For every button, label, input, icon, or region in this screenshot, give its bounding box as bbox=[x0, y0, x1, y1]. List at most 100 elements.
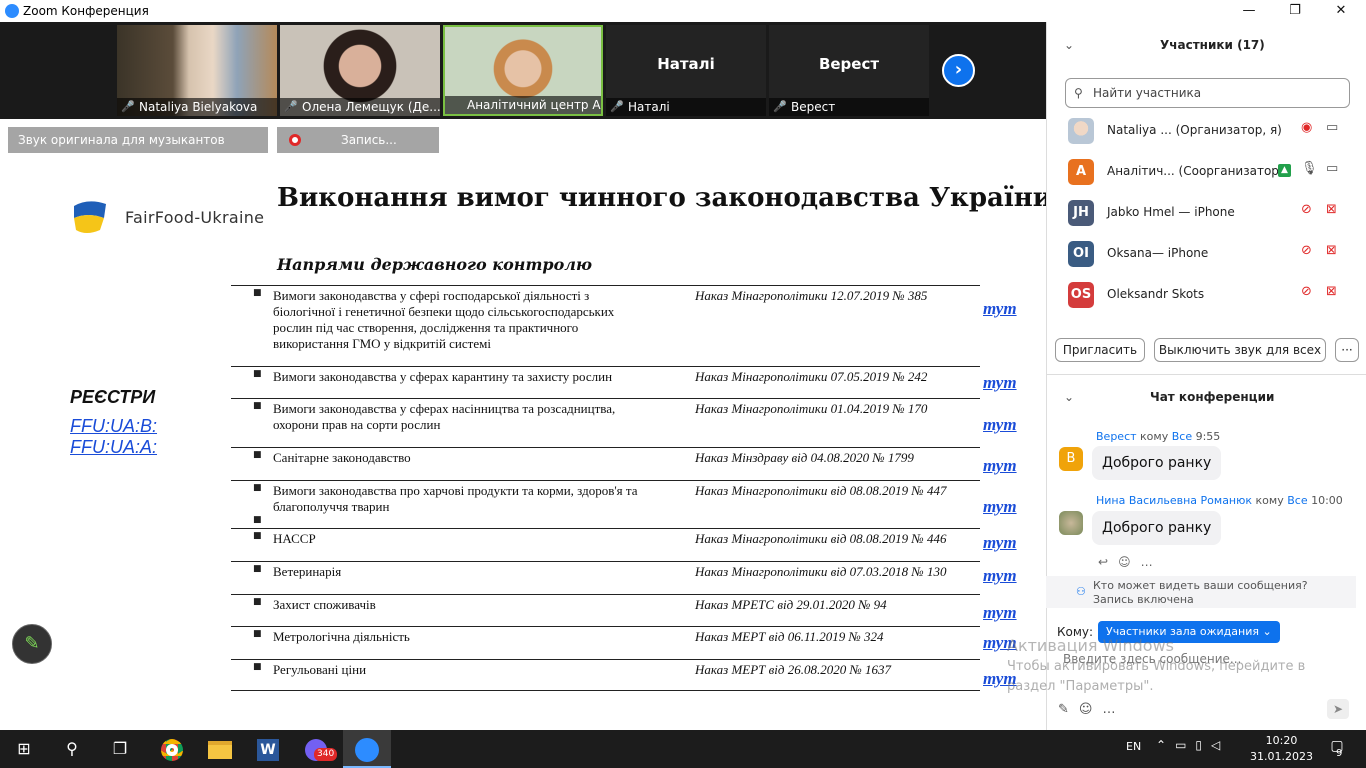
volume-icon[interactable]: ◁ bbox=[1211, 738, 1229, 752]
row-link[interactable]: тут bbox=[983, 566, 1017, 586]
brand-logo-icon bbox=[70, 198, 110, 239]
avatar: A bbox=[1068, 159, 1094, 185]
message-time: 9:55 bbox=[1195, 430, 1221, 443]
more-icon[interactable]: … bbox=[1141, 555, 1163, 569]
participant-name: Наталі bbox=[606, 98, 766, 116]
zoom-icon[interactable] bbox=[343, 730, 391, 768]
privacy-notice[interactable]: ⚇ Кто может видеть ваши сообщения? Запис… bbox=[1046, 576, 1356, 608]
windows-start-icon[interactable]: ⊞ bbox=[0, 730, 48, 768]
system-tray[interactable]: ⌃▭▯◁ bbox=[1156, 738, 1229, 752]
bullet-icon: ■ bbox=[253, 629, 262, 639]
task-view-icon[interactable]: ❐ bbox=[96, 730, 144, 768]
register-link[interactable]: FFU:UA:B: bbox=[70, 416, 157, 437]
bullet-icon: ■ bbox=[253, 483, 262, 493]
participant-row[interactable]: Nataliya ... (Организатор, я) ◉ ▭ bbox=[1046, 110, 1356, 151]
participant-search-input[interactable]: ⚲ Найти участника bbox=[1065, 78, 1350, 108]
next-page-icon[interactable]: › bbox=[942, 54, 975, 87]
video-tile[interactable]: Олена Лемещук (Де... 🎤 bbox=[280, 25, 440, 116]
slide-subtitle: Напрями державного контролю bbox=[277, 255, 592, 274]
row-text: Вимоги законодавства про харчові продукт… bbox=[273, 483, 638, 514]
control-row: ■ Регульовані ціни Наказ МЕРТ від 26.08.… bbox=[231, 659, 980, 690]
participant-name: Oksana— iPhone bbox=[1107, 246, 1209, 260]
control-row: ■ Вимоги законодавства про харчові проду… bbox=[231, 480, 980, 528]
panel-divider bbox=[1046, 374, 1366, 375]
row-link[interactable]: тут bbox=[983, 603, 1017, 623]
collapse-chevron-icon[interactable]: ⌄ bbox=[1064, 38, 1074, 52]
row-link[interactable]: тут bbox=[983, 533, 1017, 553]
row-law: Наказ Мінагрополітики 01.04.2019 № 170 bbox=[695, 401, 928, 416]
close-button[interactable]: ✕ bbox=[1318, 0, 1364, 22]
to-label: кому bbox=[1255, 494, 1284, 507]
participant-row[interactable]: OS Oleksandr Skots ⊘ ⊠ bbox=[1046, 274, 1356, 315]
sender-name[interactable]: Нина Васильевна Романюк bbox=[1096, 494, 1252, 507]
video-off-icon: ⊠ bbox=[1326, 284, 1337, 299]
mic-muted-icon: ⊘ bbox=[1301, 284, 1312, 299]
more-icon[interactable]: … bbox=[1102, 702, 1125, 717]
search-icon[interactable]: ⚲ bbox=[48, 730, 96, 768]
participant-name: Jabko Hmel — iPhone bbox=[1107, 205, 1235, 219]
participant-big-name: Верест bbox=[818, 55, 880, 73]
sender-name[interactable]: Верест bbox=[1096, 430, 1137, 443]
participant-row[interactable]: A Аналітич... (Соорганизатор) ▲ 🎙 ▭ bbox=[1046, 151, 1356, 192]
row-text: НАССР bbox=[273, 531, 316, 546]
row-link[interactable]: тут bbox=[983, 415, 1017, 435]
chevron-up-icon[interactable]: ⌃ bbox=[1156, 738, 1175, 752]
recording-notice[interactable]: Запись... bbox=[277, 127, 439, 153]
battery-icon[interactable]: ▭ bbox=[1175, 738, 1195, 752]
annotate-pencil-icon[interactable]: ✎ bbox=[12, 624, 52, 664]
row-link[interactable]: тут bbox=[983, 456, 1017, 476]
control-row: ■ НАССР Наказ Мінагрополітики від 08.08.… bbox=[231, 528, 980, 561]
row-link[interactable]: тут bbox=[983, 497, 1017, 517]
emoji-icon[interactable]: ☺ bbox=[1079, 702, 1103, 717]
search-placeholder: Найти участника bbox=[1093, 86, 1202, 100]
control-row: ■ Вимоги законодавства у сферах насінниц… bbox=[231, 398, 980, 447]
avatar bbox=[1059, 511, 1083, 535]
maximize-button[interactable]: ❐ bbox=[1272, 0, 1318, 22]
row-link[interactable]: тут bbox=[983, 373, 1017, 393]
row-text: Вимоги законодавства у сферах карантину … bbox=[273, 369, 613, 384]
bullet-icon: ■ bbox=[253, 401, 262, 411]
avatar: В bbox=[1059, 447, 1083, 471]
message-reactions[interactable]: ↩☺… bbox=[1098, 555, 1163, 569]
clock[interactable]: 10:20 31.01.2023 bbox=[1250, 733, 1313, 765]
emoji-icon[interactable]: ☺ bbox=[1118, 555, 1141, 569]
control-row: ■ Вимоги законодавства у сфері господарс… bbox=[231, 285, 980, 366]
bullet-icon: ■ bbox=[253, 515, 262, 525]
network-icon[interactable]: ▯ bbox=[1195, 738, 1211, 752]
video-tile[interactable]: Верест Верест 🎤 bbox=[769, 25, 929, 116]
clock-time: 10:20 bbox=[1265, 734, 1298, 747]
chrome-icon[interactable] bbox=[148, 730, 196, 768]
clock-date: 31.01.2023 bbox=[1250, 750, 1313, 763]
video-tile[interactable]: Наталі Наталі 🎤 bbox=[606, 25, 766, 116]
send-icon[interactable]: ➤ bbox=[1327, 699, 1349, 719]
avatar: JH bbox=[1068, 200, 1094, 226]
bullet-icon: ■ bbox=[253, 369, 262, 379]
mute-all-button[interactable]: Выключить звук для всех bbox=[1154, 338, 1326, 362]
row-law: Наказ МЕРТ від 06.11.2019 № 324 bbox=[695, 629, 884, 644]
participant-name: Nataliya Bielyakova bbox=[117, 98, 277, 116]
format-icon[interactable]: ✎ bbox=[1058, 702, 1079, 717]
reply-icon[interactable]: ↩ bbox=[1098, 555, 1118, 569]
language-indicator[interactable]: EN bbox=[1126, 740, 1141, 753]
row-link[interactable]: тут bbox=[983, 299, 1017, 319]
recording-icon: ◉ bbox=[1301, 120, 1313, 135]
video-tile[interactable]: Nataliya Bielyakova 🎤 bbox=[117, 25, 277, 116]
invite-button[interactable]: Пригласить bbox=[1055, 338, 1145, 362]
video-off-icon: ⊠ bbox=[1326, 202, 1337, 217]
file-explorer-icon[interactable] bbox=[196, 730, 244, 768]
collapse-chevron-icon[interactable]: ⌄ bbox=[1064, 390, 1074, 404]
participant-row[interactable]: JH Jabko Hmel — iPhone ⊘ ⊠ bbox=[1046, 192, 1356, 233]
participant-name: Верест bbox=[769, 98, 929, 116]
participant-row[interactable]: OI Oksana— iPhone ⊘ ⊠ bbox=[1046, 233, 1356, 274]
minimize-button[interactable]: — bbox=[1226, 0, 1272, 22]
word-icon[interactable]: W bbox=[244, 730, 292, 768]
more-options-button[interactable]: ··· bbox=[1335, 338, 1359, 362]
row-text: Метрологічна діяльність bbox=[273, 629, 410, 644]
video-tile-active[interactable]: Аналітичний центр Агра... bbox=[443, 25, 603, 116]
record-dot-icon bbox=[289, 134, 301, 146]
mic-icon: 🎙 bbox=[1301, 161, 1318, 176]
mic-muted-icon: ⊘ bbox=[1301, 243, 1312, 258]
avatar: OI bbox=[1068, 241, 1094, 267]
register-link[interactable]: FFU:UA:A: bbox=[70, 437, 157, 458]
row-law: Наказ МЕРТ від 26.08.2020 № 1637 bbox=[695, 662, 891, 677]
